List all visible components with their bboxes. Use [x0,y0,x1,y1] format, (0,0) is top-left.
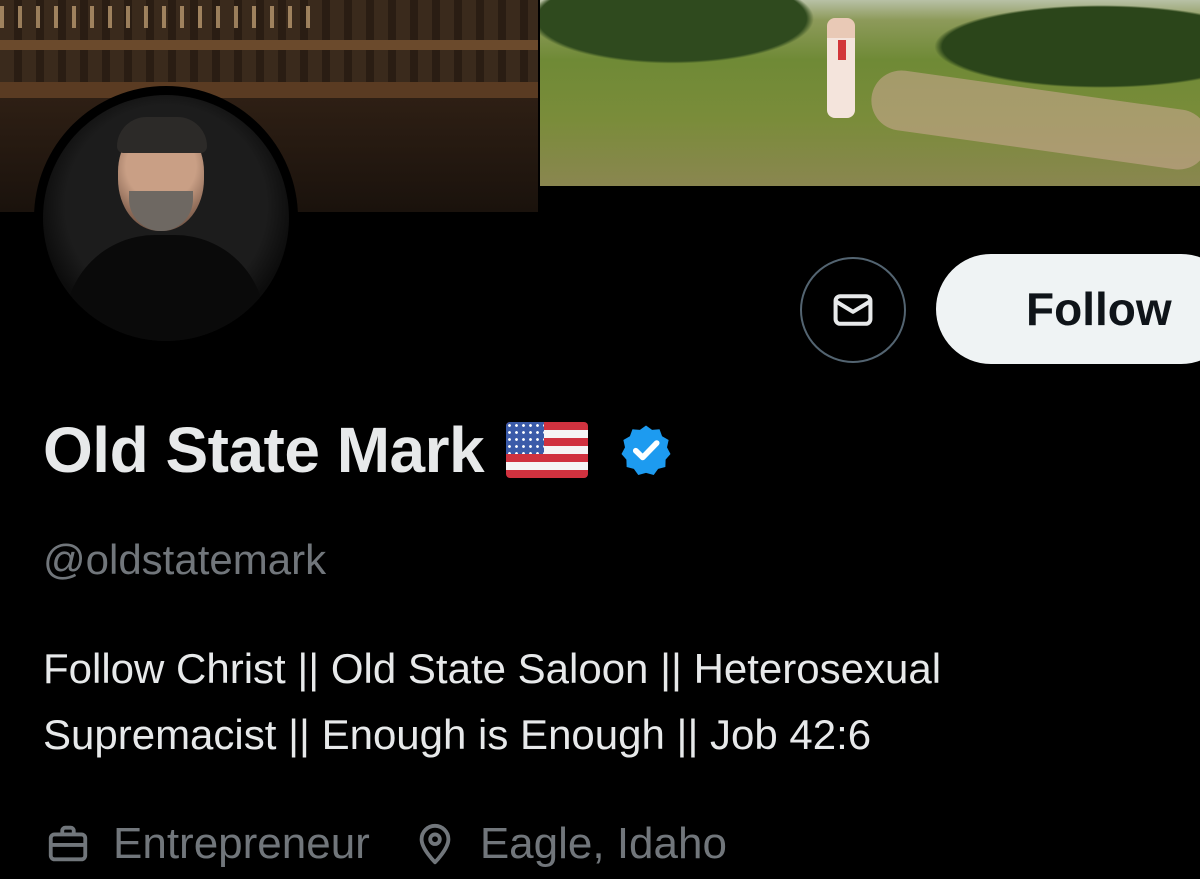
profession-item: Entrepreneur [43,819,370,869]
follow-button[interactable]: Follow [936,254,1200,364]
envelope-icon [833,294,873,326]
location-label: Eagle, Idaho [479,819,727,868]
profile-bio: Follow Christ || Old State Saloon || Het… [43,645,942,758]
profile-handle: @oldstatemark [43,536,327,583]
location-item: Eagle, Idaho [410,819,727,869]
briefcase-icon [43,819,93,869]
avatar-beard [129,191,193,231]
avatar[interactable] [43,95,289,341]
follow-button-label: Follow [1026,283,1172,335]
banner-path [867,66,1200,174]
banner-figure [827,18,855,118]
avatar-hair [117,117,207,153]
us-flag-icon [506,422,589,478]
banner-bar-top [0,82,538,98]
verified-badge-icon[interactable] [618,422,674,478]
display-name: Old State Mark [43,414,485,486]
avatar-body [65,235,265,341]
banner-taps [0,6,320,28]
banner-shelf [0,40,538,50]
profile-name-row: Old State Mark [43,408,674,492]
profile-meta-row: Entrepreneur Eagle, Idaho [43,814,727,874]
message-button[interactable] [800,257,906,363]
profession-label: Entrepreneur [113,819,370,868]
banner-image-field[interactable] [540,0,1200,186]
location-pin-icon [410,819,460,869]
